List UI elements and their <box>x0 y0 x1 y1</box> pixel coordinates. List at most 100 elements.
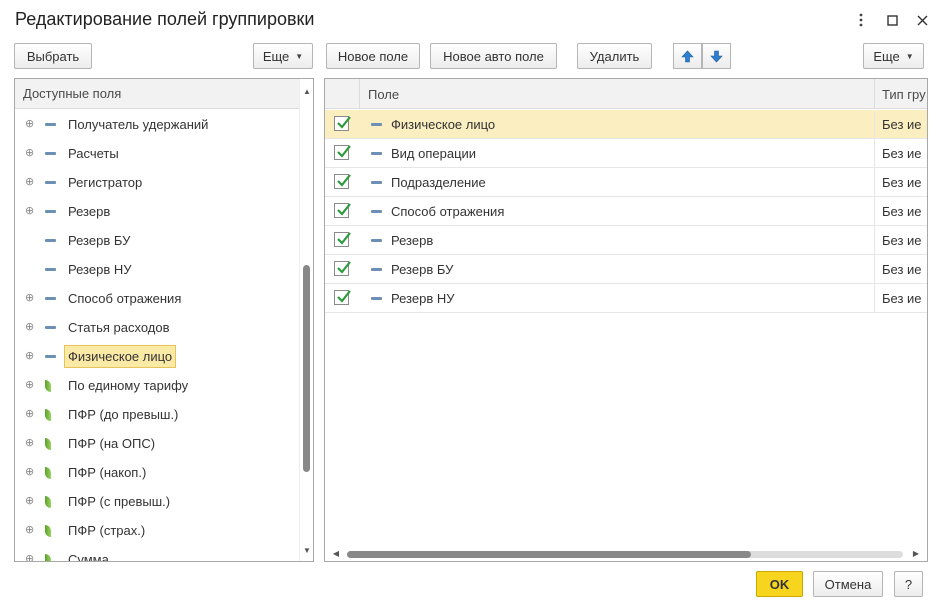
tree-item[interactable]: ⊕ ПФР (с превыш.) <box>15 487 299 516</box>
tree-item-label: По единому тарифу <box>68 378 189 393</box>
cancel-button[interactable]: Отмена <box>813 571 883 597</box>
table-row[interactable]: Резерв НУ Без ие <box>325 284 927 313</box>
row-checkbox[interactable] <box>334 261 351 276</box>
scroll-left-arrow-icon[interactable]: ◀ <box>329 549 343 558</box>
row-grouping-type[interactable]: Без ие <box>882 204 922 219</box>
tree-item[interactable]: ⊕ По единому тарифу <box>15 371 299 400</box>
row-checkbox[interactable] <box>334 116 351 131</box>
scroll-up-arrow-icon[interactable]: ▲ <box>300 87 313 96</box>
tree-scroll-thumb[interactable] <box>303 265 310 472</box>
row-grouping-type[interactable]: Без ие <box>882 233 922 248</box>
row-field-name: Резерв НУ <box>391 291 455 306</box>
help-button[interactable]: ? <box>894 571 923 597</box>
close-icon[interactable] <box>912 10 932 30</box>
row-field-name: Резерв БУ <box>391 262 454 277</box>
tree-item[interactable]: ⊕ ПФР (накоп.) <box>15 458 299 487</box>
resource-leaf-icon <box>45 524 51 537</box>
row-grouping-type[interactable]: Без ие <box>882 175 922 190</box>
column-separator <box>874 197 875 225</box>
tree-item[interactable]: ⊕ Физическое лицо <box>15 342 299 371</box>
row-checkbox[interactable] <box>334 203 351 218</box>
tree-item[interactable]: ⊕ ПФР (на ОПС) <box>15 429 299 458</box>
row-grouping-type[interactable]: Без ие <box>882 262 922 277</box>
table-row[interactable]: Резерв БУ Без ие <box>325 255 927 284</box>
table-row[interactable]: Подразделение Без ие <box>325 168 927 197</box>
tree-item[interactable]: ⊕ ПФР (до превыш.) <box>15 400 299 429</box>
grouping-fields-table[interactable]: Поле Тип гру Физическое лицо Без ие Вид оп… <box>324 78 928 562</box>
scroll-right-arrow-icon[interactable]: ▶ <box>909 549 923 558</box>
left-more-button[interactable]: Еще ▼ <box>253 43 313 69</box>
scroll-down-arrow-icon[interactable]: ▼ <box>300 546 313 555</box>
tree-item[interactable]: Резерв НУ <box>15 255 299 284</box>
available-fields-tree[interactable]: Доступные поля ⊕ Получатель удержаний ⊕ Рас… <box>14 78 314 562</box>
maximize-icon[interactable] <box>882 10 902 30</box>
row-checkbox[interactable] <box>334 290 351 305</box>
field-dash-icon <box>371 239 382 242</box>
tree-item[interactable]: ⊕ Регистратор <box>15 168 299 197</box>
expand-icon[interactable]: ⊕ <box>25 119 34 130</box>
column-header-type[interactable]: Тип гру <box>874 79 926 109</box>
field-dash-icon <box>371 268 382 271</box>
row-grouping-type[interactable]: Без ие <box>882 117 922 132</box>
row-grouping-type[interactable]: Без ие <box>882 291 922 306</box>
table-row[interactable]: Способ отражения Без ие <box>325 197 927 226</box>
table-row[interactable]: Физическое лицо Без ие <box>325 110 927 139</box>
expand-icon[interactable]: ⊕ <box>25 525 34 536</box>
expand-icon[interactable]: ⊕ <box>25 554 34 562</box>
expand-icon[interactable]: ⊕ <box>25 467 34 478</box>
row-field-name: Резерв <box>391 233 434 248</box>
move-up-button[interactable] <box>673 43 702 69</box>
tree-item-label: ПФР (до превыш.) <box>68 407 179 422</box>
new-auto-field-button-label: Новое авто поле <box>443 48 544 64</box>
new-auto-field-button[interactable]: Новое авто поле <box>430 43 557 69</box>
table-row[interactable]: Резерв Без ие <box>325 226 927 255</box>
expand-icon[interactable]: ⊕ <box>25 293 34 304</box>
checkmark-icon <box>337 261 351 274</box>
checkmark-icon <box>337 290 351 303</box>
new-field-button-label: Новое поле <box>337 48 409 64</box>
tree-item[interactable]: ⊕ Получатель удержаний <box>15 110 299 139</box>
field-dash-icon <box>371 297 382 300</box>
expand-icon[interactable]: ⊕ <box>25 177 34 188</box>
table-row[interactable]: Вид операции Без ие <box>325 139 927 168</box>
tree-item[interactable]: ⊕ Способ отражения <box>15 284 299 313</box>
column-header-field[interactable]: Поле <box>359 79 874 109</box>
expand-icon[interactable]: ⊕ <box>25 351 34 362</box>
tree-item[interactable]: ⊕ Резерв <box>15 197 299 226</box>
field-dash-icon <box>371 152 382 155</box>
field-dash-icon <box>45 355 56 358</box>
tree-item[interactable]: ⊕ ПФР (страх.) <box>15 516 299 545</box>
column-separator <box>874 168 875 196</box>
field-dash-icon <box>45 268 56 271</box>
row-checkbox[interactable] <box>334 174 351 189</box>
expand-icon[interactable]: ⊕ <box>25 409 34 420</box>
cancel-button-label: Отмена <box>824 576 872 592</box>
expand-icon[interactable]: ⊕ <box>25 438 34 449</box>
new-field-button[interactable]: Новое поле <box>326 43 420 69</box>
right-more-button[interactable]: Еще ▼ <box>863 43 924 69</box>
field-dash-icon <box>45 210 56 213</box>
row-checkbox[interactable] <box>334 232 351 247</box>
row-grouping-type[interactable]: Без ие <box>882 146 922 161</box>
row-checkbox[interactable] <box>334 145 351 160</box>
tree-item[interactable]: ⊕ Статья расходов <box>15 313 299 342</box>
expand-icon[interactable]: ⊕ <box>25 206 34 217</box>
tree-item[interactable]: ⊕ Расчеты <box>15 139 299 168</box>
delete-button[interactable]: Удалить <box>577 43 652 69</box>
move-down-button[interactable] <box>702 43 731 69</box>
expand-icon[interactable]: ⊕ <box>25 496 34 507</box>
tree-vertical-scrollbar[interactable]: ▲ ▼ <box>299 79 313 561</box>
field-dash-icon <box>45 326 56 329</box>
horizontal-scroll-thumb[interactable] <box>347 551 751 558</box>
tree-item-label: Резерв НУ <box>68 262 132 277</box>
more-options-icon[interactable] <box>851 10 871 30</box>
tree-item[interactable]: ⊕ Сумма <box>15 545 299 562</box>
expand-icon[interactable]: ⊕ <box>25 380 34 391</box>
tree-item[interactable]: Резерв БУ <box>15 226 299 255</box>
field-dash-icon <box>45 239 56 242</box>
expand-icon[interactable]: ⊕ <box>25 322 34 333</box>
expand-icon[interactable]: ⊕ <box>25 148 34 159</box>
ok-button[interactable]: OK <box>756 571 803 597</box>
table-horizontal-scrollbar[interactable]: ◀ ▶ <box>325 547 927 561</box>
select-button[interactable]: Выбрать <box>14 43 92 69</box>
